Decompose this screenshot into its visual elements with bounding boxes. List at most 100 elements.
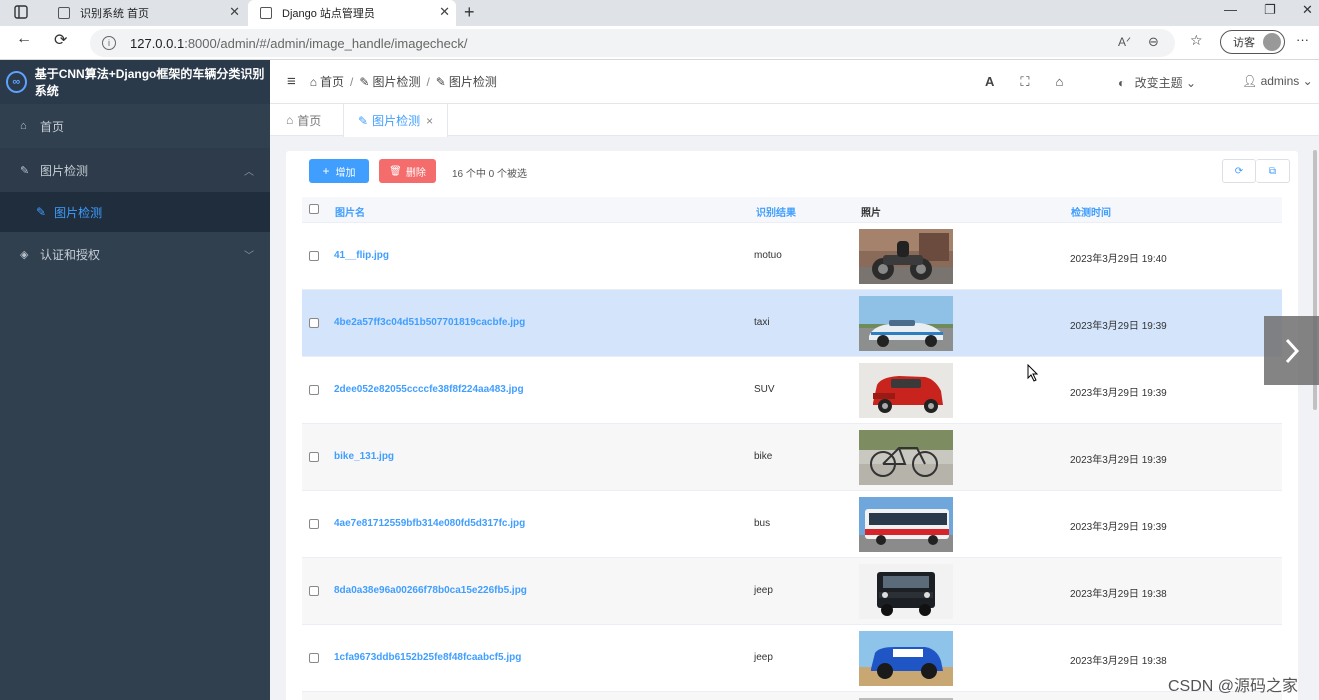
palette-icon: ◐ (1118, 76, 1126, 90)
column-header-time[interactable]: 检测时间 (1071, 204, 1111, 219)
add-button[interactable]: + 增加 (309, 159, 369, 183)
back-icon[interactable]: ← (16, 30, 32, 48)
close-tab-icon[interactable]: ✕ (229, 4, 240, 20)
breadcrumb-section[interactable]: 图片检测 (372, 73, 420, 90)
sidebar-item-home[interactable]: ⌂ 首页 (0, 104, 270, 148)
table-row[interactable]: 2dee052e82055ccccfe38f8f224aa483.jpg SUV… (302, 357, 1282, 424)
close-tab-icon[interactable]: ✕ (439, 4, 450, 20)
close-window-icon[interactable]: ✕ (1302, 2, 1313, 18)
more-icon[interactable]: ··· (1296, 32, 1309, 47)
brush-icon: ✎ (359, 74, 370, 89)
result-cell: taxi (754, 317, 770, 328)
table-row[interactable]: 8da0a38e96a00266f78b0ca15e226fb5.jpg jee… (302, 558, 1282, 625)
refresh-button[interactable]: ⟳ (1222, 159, 1256, 183)
result-cell: jeep (754, 585, 773, 596)
image-name-link[interactable]: bike_131.jpg (334, 451, 394, 462)
image-name-link[interactable]: 41__flip.jpg (334, 250, 389, 261)
next-page-button[interactable] (1264, 316, 1319, 385)
page-icon (260, 7, 272, 19)
profile-button[interactable]: 访客 (1220, 30, 1285, 54)
favorites-icon[interactable]: ☆ (1190, 32, 1203, 49)
result-cell: SUV (754, 384, 775, 395)
select-all-checkbox[interactable] (309, 204, 319, 214)
row-checkbox[interactable] (309, 586, 319, 596)
row-checkbox[interactable] (309, 251, 319, 261)
image-name-link[interactable]: 4ae7e81712559bfb314e080fd5d317fc.jpg (334, 518, 525, 529)
url-path: :8000/admin/#/admin/image_handle/imagech… (184, 35, 468, 51)
chevron-right-icon (1285, 338, 1299, 363)
brush-icon: ✎ (358, 113, 369, 128)
breadcrumb-separator: / (350, 74, 354, 89)
read-aloud-icon[interactable]: Aᐟ (1118, 35, 1131, 49)
delete-button[interactable]: 🗑︎ 删除 (379, 159, 436, 183)
export-icon: ⧉ (1268, 165, 1277, 177)
brush-icon: ✎ (36, 205, 47, 219)
tab-label: 图片检测 (372, 114, 421, 128)
table-row[interactable]: 41__flip.jpg motuo 2023年3月29日 19:40 (302, 223, 1282, 290)
trash-icon: 🗑︎ (389, 165, 402, 177)
info-icon[interactable]: i (102, 36, 116, 50)
table-row[interactable] (302, 692, 1282, 700)
sidebar-item-auth[interactable]: ◈ 认证和授权 ﹀ (0, 232, 270, 276)
sidebar-item-image-check[interactable]: ✎ 图片检测 ︿ (0, 148, 270, 192)
refresh-icon[interactable]: ⟳ (54, 30, 67, 50)
brush-icon: ✎ (435, 74, 446, 89)
maximize-icon[interactable]: ❐ (1264, 2, 1276, 18)
time-cell: 2023年3月29日 19:38 (1070, 656, 1167, 667)
time-cell: 2023年3月29日 19:39 (1070, 455, 1167, 466)
row-checkbox[interactable] (309, 452, 319, 462)
row-checkbox[interactable] (309, 318, 319, 328)
address-bar-row: ← ⟳ i 127.0.0.1 :8000/admin/#/admin/imag… (0, 26, 1319, 60)
avatar (1263, 33, 1281, 51)
brand: ∞ 基于CNN算法+Django框架的车辆分类识别系统 (0, 60, 270, 104)
image-name-link[interactable]: 2dee052e82055ccccfe38f8f224aa483.jpg (334, 384, 524, 395)
user-icon: 👤︎ (1242, 74, 1258, 88)
result-cell: bus (754, 518, 771, 529)
time-cell: 2023年3月29日 19:39 (1070, 388, 1167, 399)
new-tab-button[interactable]: + (464, 2, 475, 23)
close-tab-icon[interactable]: × (426, 114, 433, 128)
add-button-label: 增加 (335, 167, 356, 179)
sidebar: ∞ 基于CNN算法+Django框架的车辆分类识别系统 ⌂ 首页 ✎ 图片检测 … (0, 60, 270, 700)
home-icon[interactable]: ⌂ (1056, 74, 1064, 90)
mouse-cursor-icon (1027, 363, 1039, 385)
table-row[interactable]: bike_131.jpg bike 2023年3月29日 19:39 (302, 424, 1282, 491)
minimize-icon[interactable]: — (1224, 2, 1237, 17)
fullscreen-icon[interactable]: ⛶ (1020, 74, 1029, 90)
row-checkbox[interactable] (309, 519, 319, 529)
user-menu[interactable]: 👤︎ admins ⌄ (1242, 74, 1313, 88)
watermark: CSDN @源码之家 (1168, 678, 1299, 695)
table-row[interactable]: 4be2a57ff3c04d51b507701819cacbfe.jpg tax… (302, 290, 1282, 357)
result-cell: bike (754, 451, 773, 462)
main-header: ≡ ⌂ 首页 / ✎ 图片检测 / ✎ 图片检测 A ⛶ ⌂ ◐ 改变主题 ⌄ … (270, 60, 1319, 104)
font-size-icon[interactable]: A (985, 74, 994, 90)
bus-thumbnail (859, 497, 953, 552)
result-cell: jeep (754, 652, 773, 663)
column-header-photo: 照片 (861, 208, 881, 219)
column-header-result[interactable]: 识别结果 (756, 204, 796, 219)
browser-tab-home[interactable]: 识别系统 首页 ✕ (44, 0, 246, 26)
row-checkbox[interactable] (309, 385, 319, 395)
page-icon (58, 7, 70, 19)
theme-selector[interactable]: ◐ 改变主题 ⌄ (1118, 74, 1196, 91)
breadcrumb-home[interactable]: 首页 (320, 73, 344, 90)
image-name-link[interactable]: 8da0a38e96a00266f78b0ca15e226fb5.jpg (334, 585, 527, 596)
tab-image-check[interactable]: ✎ 图片检测 × (343, 104, 449, 137)
menu-toggle-icon[interactable]: ≡ (287, 73, 296, 90)
sidebar-subitem-image-check[interactable]: ✎ 图片检测 (0, 192, 270, 232)
zoom-icon[interactable]: ⊖ (1148, 34, 1159, 50)
table-row[interactable]: 1cfa9673ddb6152b25fe8f48fcaabcf5.jpg jee… (302, 625, 1282, 692)
row-checkbox[interactable] (309, 653, 319, 663)
image-name-link[interactable]: 1cfa9673ddb6152b25fe8f48fcaabcf5.jpg (334, 652, 521, 663)
image-name-link[interactable]: 4be2a57ff3c04d51b507701819cacbfe.jpg (334, 317, 525, 328)
tab-actions-icon[interactable] (14, 5, 28, 22)
url-input[interactable]: i 127.0.0.1 :8000/admin/#/admin/image_ha… (90, 29, 1175, 57)
column-header-name[interactable]: 图片名 (335, 204, 365, 219)
time-cell: 2023年3月29日 19:39 (1070, 522, 1167, 533)
browser-tab-admin[interactable]: Django 站点管理员 ✕ (248, 0, 456, 26)
table-row[interactable]: 4ae7e81712559bfb314e080fd5d317fc.jpg bus… (302, 491, 1282, 558)
tab-home[interactable]: ⌂ 首页 (272, 104, 335, 136)
sidebar-subitem-label: 图片检测 (54, 205, 103, 220)
export-button[interactable]: ⧉ (1256, 159, 1290, 183)
sidebar-item-label: 首页 (40, 119, 65, 134)
